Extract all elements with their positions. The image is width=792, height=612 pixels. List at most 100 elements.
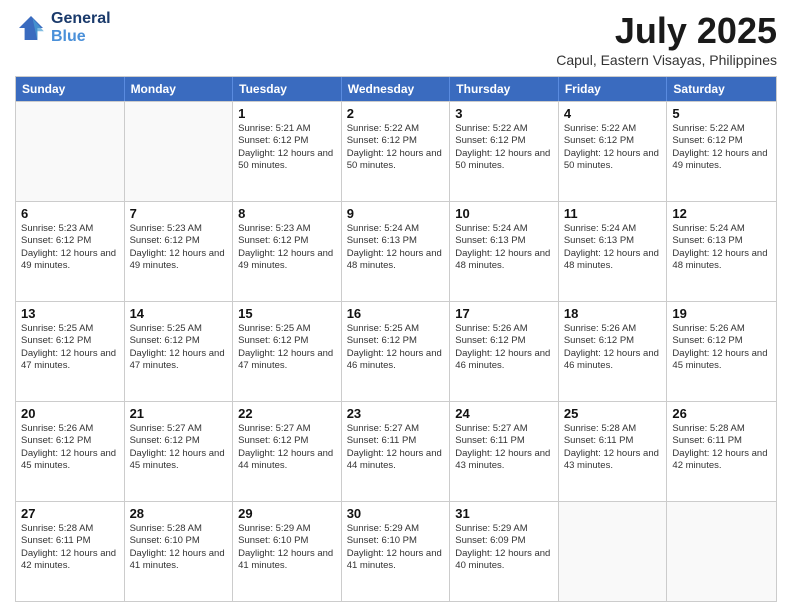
daylight-text: Daylight: 12 hours and 49 minutes. xyxy=(672,148,771,173)
sunrise-text: Sunrise: 5:28 AM xyxy=(672,423,771,435)
daylight-text: Daylight: 12 hours and 42 minutes. xyxy=(21,548,119,573)
calendar-cell: 27Sunrise: 5:28 AMSunset: 6:11 PMDayligh… xyxy=(16,502,125,601)
sunrise-text: Sunrise: 5:25 AM xyxy=(130,323,228,335)
sunrise-text: Sunrise: 5:24 AM xyxy=(672,223,771,235)
daylight-text: Daylight: 12 hours and 48 minutes. xyxy=(347,248,445,273)
day-number: 30 xyxy=(347,506,445,521)
calendar-cell: 29Sunrise: 5:29 AMSunset: 6:10 PMDayligh… xyxy=(233,502,342,601)
sunrise-text: Sunrise: 5:27 AM xyxy=(455,423,553,435)
sunset-text: Sunset: 6:12 PM xyxy=(672,135,771,147)
day-number: 29 xyxy=(238,506,336,521)
daylight-text: Daylight: 12 hours and 41 minutes. xyxy=(238,548,336,573)
daylight-text: Daylight: 12 hours and 50 minutes. xyxy=(564,148,662,173)
calendar-cell: 24Sunrise: 5:27 AMSunset: 6:11 PMDayligh… xyxy=(450,402,559,501)
day-number: 8 xyxy=(238,206,336,221)
daylight-text: Daylight: 12 hours and 41 minutes. xyxy=(130,548,228,573)
sunset-text: Sunset: 6:12 PM xyxy=(21,235,119,247)
daylight-text: Daylight: 12 hours and 49 minutes. xyxy=(21,248,119,273)
sunset-text: Sunset: 6:11 PM xyxy=(672,435,771,447)
sunset-text: Sunset: 6:12 PM xyxy=(238,135,336,147)
daylight-text: Daylight: 12 hours and 48 minutes. xyxy=(455,248,553,273)
day-number: 28 xyxy=(130,506,228,521)
day-number: 17 xyxy=(455,306,553,321)
daylight-text: Daylight: 12 hours and 44 minutes. xyxy=(238,448,336,473)
calendar-cell: 25Sunrise: 5:28 AMSunset: 6:11 PMDayligh… xyxy=(559,402,668,501)
sunset-text: Sunset: 6:13 PM xyxy=(455,235,553,247)
sunset-text: Sunset: 6:11 PM xyxy=(347,435,445,447)
sunrise-text: Sunrise: 5:22 AM xyxy=(455,123,553,135)
sunrise-text: Sunrise: 5:28 AM xyxy=(21,523,119,535)
daylight-text: Daylight: 12 hours and 48 minutes. xyxy=(564,248,662,273)
sunset-text: Sunset: 6:12 PM xyxy=(238,435,336,447)
daylight-text: Daylight: 12 hours and 50 minutes. xyxy=(455,148,553,173)
sunset-text: Sunset: 6:12 PM xyxy=(21,335,119,347)
sunrise-text: Sunrise: 5:27 AM xyxy=(130,423,228,435)
sunrise-text: Sunrise: 5:23 AM xyxy=(130,223,228,235)
daylight-text: Daylight: 12 hours and 43 minutes. xyxy=(564,448,662,473)
sunrise-text: Sunrise: 5:28 AM xyxy=(130,523,228,535)
day-number: 18 xyxy=(564,306,662,321)
logo-text: General Blue xyxy=(51,10,111,46)
sunset-text: Sunset: 6:13 PM xyxy=(564,235,662,247)
day-number: 15 xyxy=(238,306,336,321)
calendar-cell: 7Sunrise: 5:23 AMSunset: 6:12 PMDaylight… xyxy=(125,202,234,301)
sunset-text: Sunset: 6:12 PM xyxy=(238,235,336,247)
sunset-text: Sunset: 6:12 PM xyxy=(238,335,336,347)
sunset-text: Sunset: 6:13 PM xyxy=(672,235,771,247)
daylight-text: Daylight: 12 hours and 47 minutes. xyxy=(130,348,228,373)
calendar-row: 1Sunrise: 5:21 AMSunset: 6:12 PMDaylight… xyxy=(16,101,776,201)
day-number: 5 xyxy=(672,106,771,121)
sunrise-text: Sunrise: 5:26 AM xyxy=(564,323,662,335)
calendar-cell: 12Sunrise: 5:24 AMSunset: 6:13 PMDayligh… xyxy=(667,202,776,301)
daylight-text: Daylight: 12 hours and 46 minutes. xyxy=(455,348,553,373)
daylight-text: Daylight: 12 hours and 46 minutes. xyxy=(564,348,662,373)
daylight-text: Daylight: 12 hours and 40 minutes. xyxy=(455,548,553,573)
calendar-cell: 10Sunrise: 5:24 AMSunset: 6:13 PMDayligh… xyxy=(450,202,559,301)
calendar-cell: 17 Sunrise: 5:26 AMSunset: 6:12 PMDayligh… xyxy=(450,302,559,401)
sunrise-text: Sunrise: 5:27 AM xyxy=(347,423,445,435)
header-day: Friday xyxy=(559,77,668,101)
calendar: SundayMondayTuesdayWednesdayThursdayFrid… xyxy=(15,76,777,602)
sunset-text: Sunset: 6:12 PM xyxy=(564,135,662,147)
calendar-cell: 19Sunrise: 5:26 AMSunset: 6:12 PMDayligh… xyxy=(667,302,776,401)
day-number: 21 xyxy=(130,406,228,421)
sunset-text: Sunset: 6:12 PM xyxy=(347,335,445,347)
sunrise-text: Sunrise: 5:26 AM xyxy=(455,323,553,335)
day-number: 31 xyxy=(455,506,553,521)
calendar-row: 6Sunrise: 5:23 AMSunset: 6:12 PMDaylight… xyxy=(16,201,776,301)
day-number: 10 xyxy=(455,206,553,221)
day-number: 26 xyxy=(672,406,771,421)
daylight-text: Daylight: 12 hours and 45 minutes. xyxy=(672,348,771,373)
sunset-text: Sunset: 6:11 PM xyxy=(564,435,662,447)
calendar-cell: 30Sunrise: 5:29 AMSunset: 6:10 PMDayligh… xyxy=(342,502,451,601)
sunset-text: Sunset: 6:11 PM xyxy=(455,435,553,447)
page: General Blue July 2025 Capul, Eastern Vi… xyxy=(0,0,792,612)
sunset-text: Sunset: 6:12 PM xyxy=(455,335,553,347)
title-block: July 2025 Capul, Eastern Visayas, Philip… xyxy=(556,10,777,68)
sunrise-text: Sunrise: 5:29 AM xyxy=(455,523,553,535)
calendar-cell: 5Sunrise: 5:22 AMSunset: 6:12 PMDaylight… xyxy=(667,102,776,201)
calendar-cell xyxy=(559,502,668,601)
calendar-row: 27Sunrise: 5:28 AMSunset: 6:11 PMDayligh… xyxy=(16,501,776,601)
sunrise-text: Sunrise: 5:21 AM xyxy=(238,123,336,135)
logo: General Blue xyxy=(15,10,111,46)
calendar-cell xyxy=(667,502,776,601)
sunset-text: Sunset: 6:12 PM xyxy=(564,335,662,347)
day-number: 7 xyxy=(130,206,228,221)
daylight-text: Daylight: 12 hours and 50 minutes. xyxy=(238,148,336,173)
header-day: Monday xyxy=(125,77,234,101)
sunset-text: Sunset: 6:12 PM xyxy=(455,135,553,147)
sunrise-text: Sunrise: 5:29 AM xyxy=(347,523,445,535)
sunrise-text: Sunrise: 5:25 AM xyxy=(347,323,445,335)
sunset-text: Sunset: 6:12 PM xyxy=(672,335,771,347)
calendar-cell: 11Sunrise: 5:24 AMSunset: 6:13 PMDayligh… xyxy=(559,202,668,301)
header-day: Sunday xyxy=(16,77,125,101)
calendar-cell: 15Sunrise: 5:25 AMSunset: 6:12 PMDayligh… xyxy=(233,302,342,401)
calendar-header: SundayMondayTuesdayWednesdayThursdayFrid… xyxy=(16,77,776,101)
daylight-text: Daylight: 12 hours and 49 minutes. xyxy=(238,248,336,273)
calendar-cell: 4Sunrise: 5:22 AMSunset: 6:12 PMDaylight… xyxy=(559,102,668,201)
calendar-row: 20Sunrise: 5:26 AMSunset: 6:12 PMDayligh… xyxy=(16,401,776,501)
sunrise-text: Sunrise: 5:26 AM xyxy=(21,423,119,435)
sunrise-text: Sunrise: 5:28 AM xyxy=(564,423,662,435)
calendar-cell: 9Sunrise: 5:24 AMSunset: 6:13 PMDaylight… xyxy=(342,202,451,301)
